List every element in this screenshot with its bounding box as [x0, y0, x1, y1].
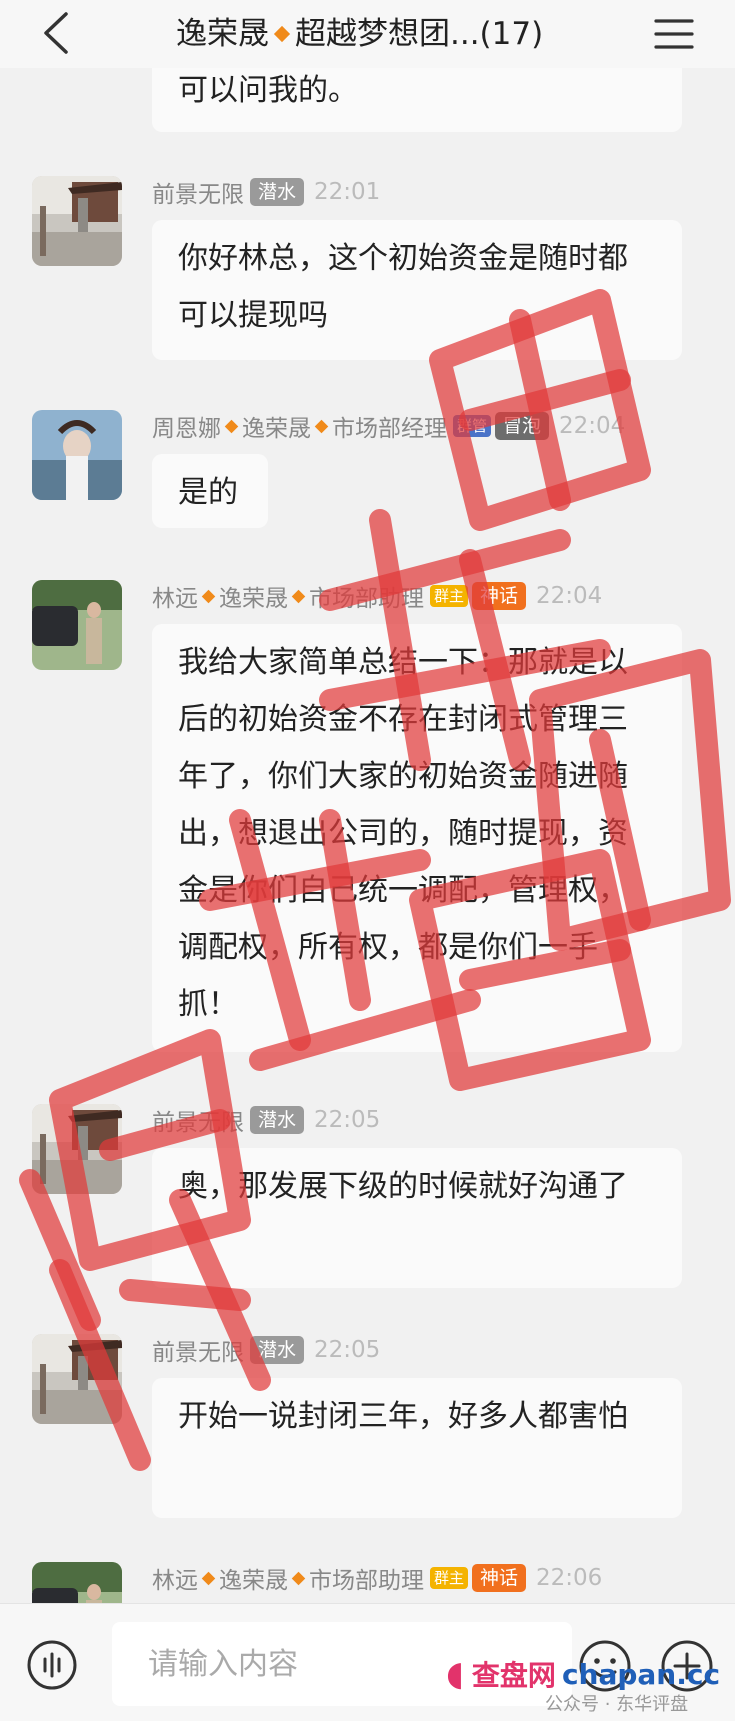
- voice-button[interactable]: [26, 1639, 78, 1691]
- message-meta: 周恩娜 逸荣晟 市场部经理 群管 冒泡 22:04: [152, 410, 625, 442]
- site-watermark: ◖ 查盘网 chapan.cc: [446, 1654, 720, 1694]
- site-logo-icon: ◖: [446, 1654, 464, 1694]
- chat-title-user: 逸荣晟: [176, 16, 269, 52]
- diamond-icon: [291, 589, 306, 603]
- message-time: 22:04: [536, 583, 603, 609]
- avatar[interactable]: [32, 580, 122, 670]
- message-meta: 前景无限 潜水 22:05: [152, 1334, 380, 1366]
- sender-title: 市场部助理: [309, 586, 424, 612]
- message-bubble: 可以问我的。: [152, 68, 682, 132]
- sender-name[interactable]: 林远: [152, 1561, 198, 1595]
- diamond-icon: [314, 419, 329, 433]
- input-bar: ◖ 查盘网 chapan.cc 公众号 · 东华评盘: [0, 1603, 735, 1721]
- message-bubble[interactable]: 开始一说封闭三年，好多人都害怕: [152, 1378, 682, 1518]
- sender-name[interactable]: 前景无限: [152, 1333, 244, 1367]
- more-button[interactable]: [652, 12, 696, 56]
- message-text: 是的: [178, 475, 238, 510]
- activity-badge: 潜水: [250, 1106, 305, 1134]
- activity-badge: 神话: [472, 1564, 527, 1592]
- message-time: 22:01: [314, 179, 381, 205]
- sender-name[interactable]: 前景无限: [152, 1103, 244, 1137]
- chat-title-group: 超越梦想团...(17): [295, 16, 544, 52]
- sender-name[interactable]: 林远: [152, 579, 198, 613]
- diamond-icon: [201, 1571, 216, 1585]
- activity-badge: 冒泡: [495, 412, 550, 440]
- activity-badge: 潜水: [250, 178, 305, 206]
- site-name-en: chapan.cc: [561, 1657, 721, 1691]
- diamond-icon: [291, 1571, 306, 1585]
- site-name-cn: 查盘网: [471, 1659, 556, 1692]
- sender-title: 市场部助理: [309, 1568, 424, 1594]
- chat-header: 逸荣晟 超越梦想团...(17): [0, 0, 735, 68]
- role-badge: 群主: [430, 585, 469, 607]
- role-badge: 群主: [430, 1567, 469, 1589]
- avatar[interactable]: [32, 1104, 122, 1194]
- sender-name[interactable]: 周恩娜: [152, 409, 221, 443]
- message-meta: 前景无限 潜水 22:01: [152, 176, 380, 208]
- back-arrow-icon: [44, 12, 68, 54]
- message-meta: 前景无限 潜水 22:05: [152, 1104, 380, 1136]
- message-text: 你好林总，这个初始资金是随时都可以提现吗: [178, 241, 628, 333]
- activity-badge: 潜水: [250, 1336, 305, 1364]
- message-bubble[interactable]: 我给大家简单总结一下：那就是以后的初始资金不存在封闭式管理三年了，你们大家的初始…: [152, 624, 682, 1052]
- sender-org: 逸荣晟: [219, 1568, 288, 1594]
- message-bubble[interactable]: 奥，那发展下级的时候就好沟通了: [152, 1148, 682, 1288]
- diamond-icon: [224, 419, 239, 433]
- message-meta: 林远 逸荣晟 市场部助理 群主 神话 22:04: [152, 580, 602, 612]
- message-text: 可以问我的。: [178, 73, 358, 108]
- activity-badge: 神话: [472, 582, 527, 610]
- back-button[interactable]: [38, 8, 78, 58]
- diamond-icon: [273, 25, 291, 43]
- message-text: 奥，那发展下级的时候就好沟通了: [178, 1169, 628, 1204]
- diamond-icon: [201, 589, 216, 603]
- avatar[interactable]: [32, 410, 122, 500]
- message-bubble[interactable]: 你好林总，这个初始资金是随时都可以提现吗: [152, 220, 682, 360]
- more-menu-icon: [654, 19, 694, 49]
- avatar[interactable]: [32, 176, 122, 266]
- sender-title: 市场部经理: [332, 416, 447, 442]
- role-badge: 群管: [453, 415, 492, 437]
- message-bubble[interactable]: 是的: [152, 454, 268, 528]
- chat-title: 逸荣晟 超越梦想团...(17): [176, 14, 543, 54]
- chat-message-list[interactable]: 可以问我的。 前景无限 潜水 22:01 你好林总，这个初始资金是随时都可以提现…: [0, 68, 735, 1603]
- sender-org: 逸荣晟: [242, 416, 311, 442]
- message-time: 22:04: [559, 413, 626, 439]
- message-text: 开始一说封闭三年，好多人都害怕: [178, 1399, 628, 1434]
- message-time: 22:05: [314, 1107, 381, 1133]
- message-meta: 林远 逸荣晟 市场部助理 群主 神话 22:06: [152, 1562, 602, 1594]
- voice-icon: [27, 1640, 77, 1690]
- message-time: 22:05: [314, 1337, 381, 1363]
- sender-name[interactable]: 前景无限: [152, 175, 244, 209]
- message-text: 我给大家简单总结一下：那就是以后的初始资金不存在封闭式管理三年了，你们大家的初始…: [178, 645, 628, 1022]
- wechat-watermark: 公众号 · 东华评盘: [545, 1694, 689, 1715]
- message-time: 22:06: [536, 1565, 603, 1591]
- avatar[interactable]: [32, 1334, 122, 1424]
- avatar[interactable]: [32, 1562, 122, 1603]
- sender-org: 逸荣晟: [219, 586, 288, 612]
